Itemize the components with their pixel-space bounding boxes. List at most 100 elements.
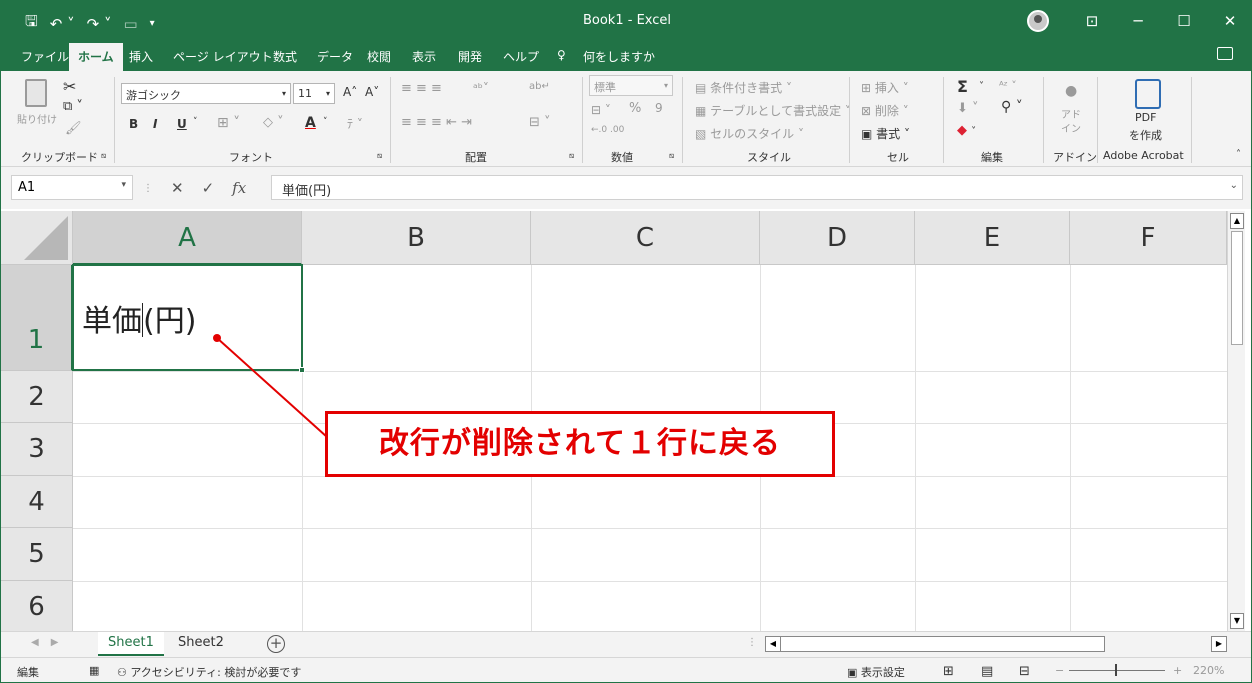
fill-color-icon[interactable]: ◇ ˅ (263, 115, 284, 130)
clipboard-launcher-icon[interactable]: ⧅ (101, 151, 106, 161)
normal-view-icon[interactable]: ⊞ (943, 664, 954, 679)
paste-icon[interactable] (25, 79, 47, 107)
cell-styles-button[interactable]: ▧ セルのスタイル ˅ (695, 125, 804, 142)
sheet-tab-sheet1[interactable]: Sheet1 (98, 632, 164, 656)
autosum-dropdown-icon[interactable]: ˅ (979, 81, 984, 92)
conditional-formatting-button[interactable]: ▤ 条件付き書式 ˅ (695, 79, 792, 96)
cell-a1[interactable]: 単価(円) (72, 264, 305, 373)
enter-icon[interactable]: ✓ (202, 179, 215, 197)
left-align-icon[interactable]: ≡ ≡ ≡ ⇤ ⇥ (401, 115, 472, 130)
wrap-text-icon[interactable]: ab↵ (529, 81, 550, 92)
decrease-font-icon[interactable]: A˅ (365, 85, 379, 99)
orientation-icon[interactable]: ᵃᵇ˅ (473, 81, 489, 95)
tab-page-layout[interactable]: ページ レイアウト (173, 48, 273, 65)
vertical-scroll-thumb[interactable] (1231, 231, 1243, 345)
format-cells-button[interactable]: ▣ 書式 ˅ (861, 125, 910, 142)
create-pdf-icon[interactable] (1135, 79, 1161, 109)
row-header-4[interactable]: 4 (1, 476, 73, 528)
zoom-slider-thumb[interactable] (1115, 664, 1117, 676)
chevron-down-icon[interactable]: ▾ (121, 180, 126, 190)
collapse-ribbon-icon[interactable]: ˄ (1236, 149, 1241, 160)
scroll-left-arrow-icon[interactable]: ◀ (765, 636, 781, 652)
zoom-in-button[interactable]: + (1173, 664, 1182, 677)
add-sheet-icon[interactable]: + (267, 635, 285, 653)
page-layout-view-icon[interactable]: ▤ (981, 664, 993, 679)
paste-label[interactable]: 貼り付け (17, 111, 57, 126)
macro-record-icon[interactable]: ▦ (89, 664, 99, 677)
row-header-5[interactable]: 5 (1, 528, 73, 581)
minimize-button[interactable]: ─ (1115, 12, 1161, 30)
font-size-box[interactable]: 11 ▾ (293, 83, 335, 104)
vertical-scrollbar[interactable]: ▲ ▼ (1227, 211, 1245, 631)
merge-center-icon[interactable]: ⊟ ˅ (529, 115, 551, 130)
name-box[interactable]: A1 ▾ (11, 175, 133, 200)
cut-icon[interactable]: ✂ (63, 77, 76, 96)
tab-data[interactable]: データ (317, 48, 353, 65)
delete-cells-button[interactable]: ⊠ 削除 ˅ (861, 102, 909, 119)
tab-insert[interactable]: 挿入 (129, 48, 153, 65)
format-painter-icon[interactable]: 🖌 (65, 121, 82, 136)
find-select-icon[interactable]: ⚲ ˅ (1001, 99, 1023, 115)
font-launcher-icon[interactable]: ⧅ (377, 151, 382, 161)
tab-review[interactable]: 校閲 (367, 48, 391, 65)
top-align-icon[interactable]: ≡ ≡ ≡ (401, 81, 442, 96)
insert-function-icon[interactable]: fx (232, 179, 246, 197)
select-all-button[interactable] (1, 211, 73, 265)
font-color-icon[interactable]: A (305, 115, 316, 131)
close-button[interactable]: ✕ (1207, 12, 1251, 30)
tab-file[interactable]: ファイル (21, 48, 69, 65)
tab-formulas[interactable]: 数式 (273, 48, 297, 65)
percent-icon[interactable]: % (629, 101, 641, 116)
ribbon-display-button[interactable]: ⊡ (1069, 12, 1115, 30)
tab-view[interactable]: 表示 (412, 48, 436, 65)
splitter-icon[interactable]: ⋮ (747, 637, 757, 648)
sheet-nav-arrows-icon[interactable]: ◀▶ (31, 637, 70, 648)
format-as-table-button[interactable]: ▦ テーブルとして書式設定 ˅ (695, 102, 851, 119)
addins-button[interactable]: アド イン (1061, 109, 1081, 137)
fill-icon[interactable]: ⬇ ˅ (957, 101, 979, 116)
scroll-right-arrow-icon[interactable]: ▶ (1211, 636, 1227, 652)
row-header-3[interactable]: 3 (1, 423, 73, 476)
scroll-down-arrow-icon[interactable]: ▼ (1230, 613, 1244, 629)
alignment-launcher-icon[interactable]: ⧅ (569, 151, 574, 161)
create-pdf-label[interactable]: を作成 (1129, 127, 1162, 143)
sort-filter-icon[interactable]: ᴬᶻ ˅ (999, 79, 1017, 92)
bold-button[interactable]: B (129, 117, 138, 131)
number-format-box[interactable]: 標準 ▾ (589, 75, 673, 96)
comma-icon[interactable]: 9 (655, 101, 663, 115)
tab-help[interactable]: ヘルプ (503, 48, 539, 65)
font-name-box[interactable]: 游ゴシック ▾ (121, 83, 291, 104)
page-break-view-icon[interactable]: ⊟ (1019, 664, 1030, 679)
accessibility-status[interactable]: ⚇ アクセシビリティ: 検討が必要です (117, 664, 301, 680)
underline-dropdown-icon[interactable]: ˅ (193, 117, 198, 127)
row-header-1[interactable]: 1 (1, 265, 73, 371)
row-header-6[interactable]: 6 (1, 581, 73, 631)
scroll-up-arrow-icon[interactable]: ▲ (1230, 213, 1244, 229)
phonetic-icon[interactable]: ﾃ ˅ (347, 115, 363, 132)
addins-icon[interactable]: ● (1065, 83, 1077, 99)
tell-me-search[interactable]: 何をしますか (583, 48, 655, 65)
account-avatar-icon[interactable] (1027, 10, 1049, 32)
insert-cells-button[interactable]: ⊞ 挿入 ˅ (861, 79, 909, 96)
column-header-f[interactable]: F (1070, 211, 1227, 265)
row-header-2[interactable]: 2 (1, 371, 73, 423)
zoom-out-button[interactable]: − (1055, 664, 1064, 677)
comments-icon[interactable] (1217, 47, 1233, 60)
column-header-a[interactable]: A (73, 211, 302, 265)
column-header-e[interactable]: E (915, 211, 1070, 265)
underline-button[interactable]: U (177, 117, 187, 131)
borders-icon[interactable]: ⊞ ˅ (217, 115, 240, 131)
autosum-icon[interactable]: Σ (957, 77, 968, 96)
column-header-c[interactable]: C (531, 211, 760, 265)
zoom-level[interactable]: 220% (1193, 664, 1224, 677)
increase-decimal-icon[interactable]: ←.0 .00 (591, 125, 624, 135)
cell-a1-text[interactable]: 単価(円) (82, 296, 196, 340)
maximize-button[interactable]: ☐ (1161, 12, 1207, 30)
column-header-d[interactable]: D (760, 211, 915, 265)
italic-button[interactable]: I (153, 117, 157, 131)
cancel-icon[interactable]: ✕ (171, 179, 184, 197)
formula-input[interactable]: 単価(円) ⌄ (271, 175, 1243, 200)
increase-font-icon[interactable]: A˄ (343, 85, 357, 99)
clear-icon[interactable]: ◆ ˅ (957, 123, 976, 138)
horizontal-scrollbar[interactable] (765, 636, 1105, 652)
